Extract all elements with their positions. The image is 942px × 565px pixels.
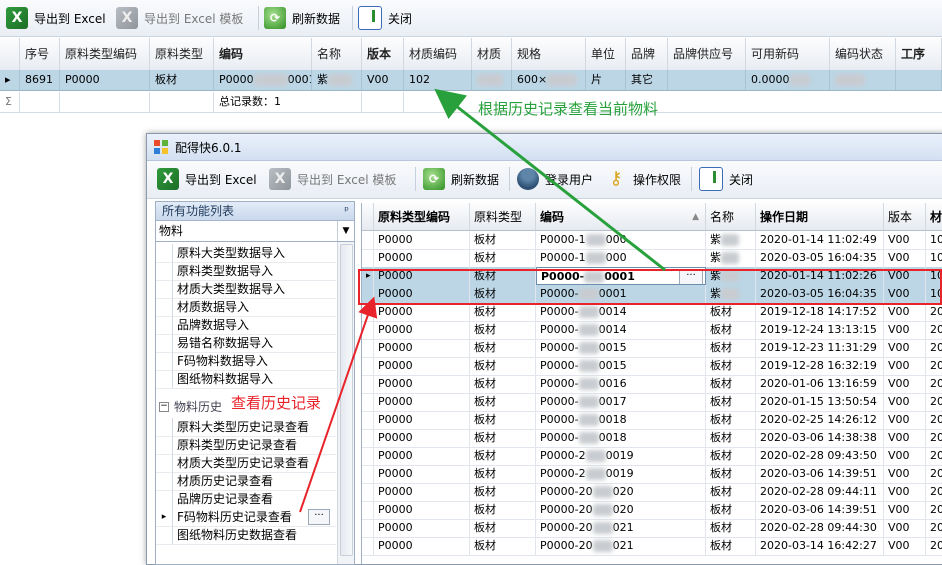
red-arrow [299, 296, 378, 513]
green-arrow [434, 88, 666, 272]
annotation-arrows [299, 88, 666, 513]
